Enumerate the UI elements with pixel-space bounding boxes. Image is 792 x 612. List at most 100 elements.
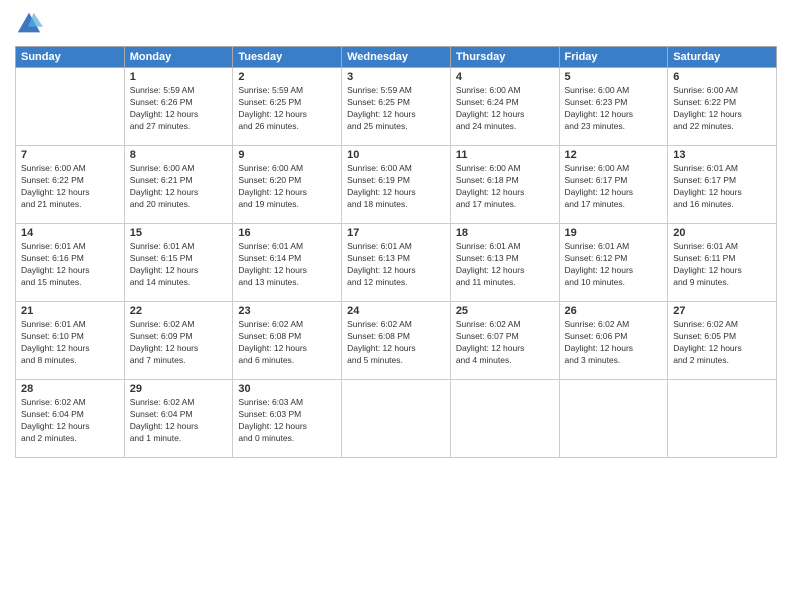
day-number: 27 xyxy=(673,305,771,317)
day-info: Sunrise: 6:02 AMSunset: 6:05 PMDaylight:… xyxy=(673,319,771,367)
week-row-3: 14Sunrise: 6:01 AMSunset: 6:16 PMDayligh… xyxy=(16,224,777,302)
calendar-cell: 14Sunrise: 6:01 AMSunset: 6:16 PMDayligh… xyxy=(16,224,125,302)
day-info: Sunrise: 6:00 AMSunset: 6:17 PMDaylight:… xyxy=(565,163,663,211)
calendar-cell: 10 Sunrise: 6:00 AMSunset: 6:19 PMDayligh… xyxy=(342,146,451,224)
day-info: Sunrise: 5:59 AMSunset: 6:26 PMDaylight:… xyxy=(130,85,228,133)
logo-icon xyxy=(15,10,43,38)
calendar-cell: 4 Sunrise: 6:00 AMSunset: 6:24 PMDaylight… xyxy=(450,68,559,146)
calendar-cell xyxy=(16,68,125,146)
calendar-cell: 9Sunrise: 6:00 AMSunset: 6:20 PMDaylight… xyxy=(233,146,342,224)
day-number: 7 xyxy=(21,149,119,161)
day-number: 29 xyxy=(130,383,228,395)
day-number: 26 xyxy=(565,305,663,317)
calendar-header-thursday: Thursday xyxy=(450,47,559,68)
calendar-cell: 13Sunrise: 6:01 AMSunset: 6:17 PMDayligh… xyxy=(668,146,777,224)
calendar-cell: 15 Sunrise: 6:01 AMSunset: 6:15 PMDayligh… xyxy=(124,224,233,302)
day-number: 3 xyxy=(347,71,445,83)
week-row-4: 21 Sunrise: 6:01 AMSunset: 6:10 PMDayligh… xyxy=(16,302,777,380)
calendar-header-row: SundayMondayTuesdayWednesdayThursdayFrid… xyxy=(16,47,777,68)
day-info: Sunrise: 6:00 AMSunset: 6:22 PMDaylight:… xyxy=(21,163,119,211)
day-number: 12 xyxy=(565,149,663,161)
day-info: Sunrise: 6:00 AMSunset: 6:24 PMDaylight:… xyxy=(456,85,554,133)
calendar-cell: 2 Sunrise: 5:59 AMSunset: 6:25 PMDaylight… xyxy=(233,68,342,146)
day-number: 2 xyxy=(238,71,336,83)
day-info: Sunrise: 6:00 AMSunset: 6:18 PMDaylight:… xyxy=(456,163,554,211)
calendar-table: SundayMondayTuesdayWednesdayThursdayFrid… xyxy=(15,46,777,458)
calendar-cell: 30 Sunrise: 6:03 AMSunset: 6:03 PMDayligh… xyxy=(233,380,342,458)
day-info: Sunrise: 6:00 AMSunset: 6:20 PMDaylight:… xyxy=(238,163,336,211)
day-number: 15 xyxy=(130,227,228,239)
day-number: 16 xyxy=(238,227,336,239)
calendar-cell: 27 Sunrise: 6:02 AMSunset: 6:05 PMDayligh… xyxy=(668,302,777,380)
day-info: Sunrise: 6:00 AMSunset: 6:22 PMDaylight:… xyxy=(673,85,771,133)
day-number: 28 xyxy=(21,383,119,395)
day-number: 11 xyxy=(456,149,554,161)
day-info: Sunrise: 6:03 AMSunset: 6:03 PMDaylight:… xyxy=(238,397,336,445)
calendar-cell: 22 Sunrise: 6:02 AMSunset: 6:09 PMDayligh… xyxy=(124,302,233,380)
calendar-cell: 17Sunrise: 6:01 AMSunset: 6:13 PMDayligh… xyxy=(342,224,451,302)
calendar-cell: 29 Sunrise: 6:02 AMSunset: 6:04 PMDayligh… xyxy=(124,380,233,458)
day-number: 19 xyxy=(565,227,663,239)
day-info: Sunrise: 6:01 AMSunset: 6:17 PMDaylight:… xyxy=(673,163,771,211)
day-info: Sunrise: 6:02 AMSunset: 6:04 PMDaylight:… xyxy=(130,397,228,445)
day-info: Sunrise: 6:00 AMSunset: 6:21 PMDaylight:… xyxy=(130,163,228,211)
day-number: 30 xyxy=(238,383,336,395)
calendar-cell: 20Sunrise: 6:01 AMSunset: 6:11 PMDayligh… xyxy=(668,224,777,302)
day-info: Sunrise: 6:01 AMSunset: 6:13 PMDaylight:… xyxy=(347,241,445,289)
calendar-cell: 19 Sunrise: 6:01 AMSunset: 6:12 PMDayligh… xyxy=(559,224,668,302)
day-info: Sunrise: 6:01 AMSunset: 6:12 PMDaylight:… xyxy=(565,241,663,289)
calendar-cell: 21 Sunrise: 6:01 AMSunset: 6:10 PMDayligh… xyxy=(16,302,125,380)
week-row-5: 28 Sunrise: 6:02 AMSunset: 6:04 PMDayligh… xyxy=(16,380,777,458)
calendar-header-tuesday: Tuesday xyxy=(233,47,342,68)
day-number: 5 xyxy=(565,71,663,83)
calendar-cell: 12 Sunrise: 6:00 AMSunset: 6:17 PMDayligh… xyxy=(559,146,668,224)
calendar-header-friday: Friday xyxy=(559,47,668,68)
calendar-cell: 26 Sunrise: 6:02 AMSunset: 6:06 PMDayligh… xyxy=(559,302,668,380)
calendar-cell: 25 Sunrise: 6:02 AMSunset: 6:07 PMDayligh… xyxy=(450,302,559,380)
day-info: Sunrise: 6:01 AMSunset: 6:13 PMDaylight:… xyxy=(456,241,554,289)
day-info: Sunrise: 5:59 AMSunset: 6:25 PMDaylight:… xyxy=(238,85,336,133)
day-number: 24 xyxy=(347,305,445,317)
day-info: Sunrise: 6:02 AMSunset: 6:09 PMDaylight:… xyxy=(130,319,228,367)
calendar-header-saturday: Saturday xyxy=(668,47,777,68)
calendar-cell xyxy=(559,380,668,458)
day-info: Sunrise: 5:59 AMSunset: 6:25 PMDaylight:… xyxy=(347,85,445,133)
calendar-cell: 6 Sunrise: 6:00 AMSunset: 6:22 PMDaylight… xyxy=(668,68,777,146)
day-info: Sunrise: 6:02 AMSunset: 6:08 PMDaylight:… xyxy=(347,319,445,367)
calendar-header-monday: Monday xyxy=(124,47,233,68)
day-number: 21 xyxy=(21,305,119,317)
calendar-cell: 8 Sunrise: 6:00 AMSunset: 6:21 PMDaylight… xyxy=(124,146,233,224)
day-info: Sunrise: 6:01 AMSunset: 6:14 PMDaylight:… xyxy=(238,241,336,289)
day-number: 6 xyxy=(673,71,771,83)
calendar-cell xyxy=(342,380,451,458)
day-info: Sunrise: 6:02 AMSunset: 6:07 PMDaylight:… xyxy=(456,319,554,367)
day-info: Sunrise: 6:02 AMSunset: 6:06 PMDaylight:… xyxy=(565,319,663,367)
week-row-2: 7 Sunrise: 6:00 AMSunset: 6:22 PMDaylight… xyxy=(16,146,777,224)
day-number: 23 xyxy=(238,305,336,317)
logo xyxy=(15,10,47,38)
calendar-cell: 23 Sunrise: 6:02 AMSunset: 6:08 PMDayligh… xyxy=(233,302,342,380)
calendar-cell: 11 Sunrise: 6:00 AMSunset: 6:18 PMDayligh… xyxy=(450,146,559,224)
calendar-cell: 1 Sunrise: 5:59 AMSunset: 6:26 PMDaylight… xyxy=(124,68,233,146)
day-info: Sunrise: 6:01 AMSunset: 6:16 PMDaylight:… xyxy=(21,241,119,289)
calendar-header-wednesday: Wednesday xyxy=(342,47,451,68)
day-number: 18 xyxy=(456,227,554,239)
calendar-cell: 16 Sunrise: 6:01 AMSunset: 6:14 PMDayligh… xyxy=(233,224,342,302)
day-info: Sunrise: 6:02 AMSunset: 6:04 PMDaylight:… xyxy=(21,397,119,445)
day-info: Sunrise: 6:01 AMSunset: 6:15 PMDaylight:… xyxy=(130,241,228,289)
day-number: 10 xyxy=(347,149,445,161)
day-number: 20 xyxy=(673,227,771,239)
day-number: 1 xyxy=(130,71,228,83)
day-number: 25 xyxy=(456,305,554,317)
calendar-cell: 3 Sunrise: 5:59 AMSunset: 6:25 PMDaylight… xyxy=(342,68,451,146)
page: SundayMondayTuesdayWednesdayThursdayFrid… xyxy=(0,0,792,612)
day-number: 8 xyxy=(130,149,228,161)
day-number: 22 xyxy=(130,305,228,317)
day-info: Sunrise: 6:00 AMSunset: 6:19 PMDaylight:… xyxy=(347,163,445,211)
day-info: Sunrise: 6:02 AMSunset: 6:08 PMDaylight:… xyxy=(238,319,336,367)
header xyxy=(15,10,777,38)
day-info: Sunrise: 6:01 AMSunset: 6:10 PMDaylight:… xyxy=(21,319,119,367)
day-number: 4 xyxy=(456,71,554,83)
calendar-cell: 5Sunrise: 6:00 AMSunset: 6:23 PMDaylight… xyxy=(559,68,668,146)
calendar-header-sunday: Sunday xyxy=(16,47,125,68)
